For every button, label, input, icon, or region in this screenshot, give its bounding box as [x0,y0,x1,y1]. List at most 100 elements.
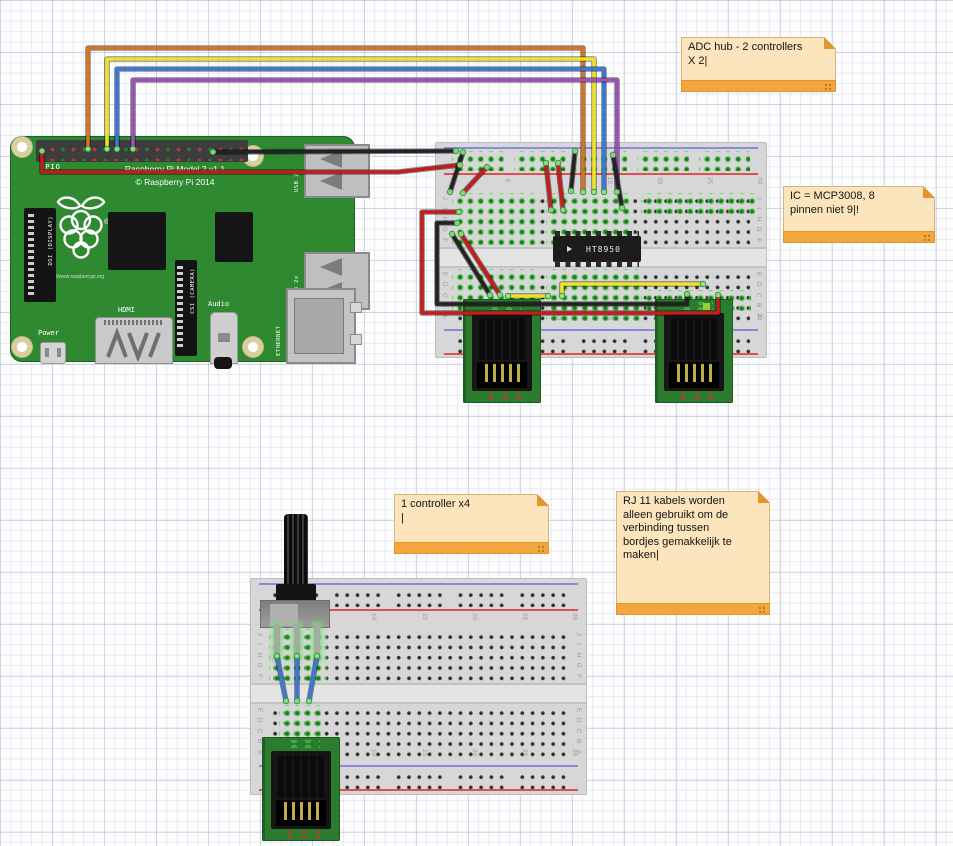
power-rail-top[interactable] [452,151,750,171]
audio-label: Audio [208,300,229,308]
column-number: 25 [521,613,528,620]
row-letter: B [753,300,763,310]
resize-grip-icon[interactable] [758,606,767,613]
note-text[interactable]: ADC hub - 2 controllers X 2| [682,38,835,71]
note-fold-corner [758,491,770,503]
column-number: 10 [371,749,378,756]
row-letter: E [439,269,449,279]
note-text[interactable]: RJ 11 kabels worden alleen gebruikt om d… [617,492,769,566]
column-number: 30 [757,177,764,184]
note-text[interactable]: 1 controller x4 | [395,495,548,528]
row-letter: F [753,235,763,245]
note-text[interactable]: IC = MCP3008, 8 pinnen niet 9|! [784,187,934,220]
row-letter: H [573,650,583,660]
hdmi-glyph [96,325,170,361]
csi-label: CSI (CAMERA) [190,268,196,314]
rj11-breakout-3[interactable] [262,737,340,841]
row-letter: D [254,716,264,726]
note-title-bar[interactable] [681,80,836,92]
note-title-bar[interactable] [394,542,549,554]
resize-grip-icon[interactable] [824,83,833,90]
potentiometer-leg [314,624,320,660]
resize-grip-icon[interactable] [537,545,546,552]
usb-port-top [304,144,370,198]
usb-slot [320,258,342,276]
rj11-breakout-1[interactable] [463,299,541,403]
raspberry-pi-board[interactable]: GPIO Raspberry Pi Model 2 v1.1 © Raspber… [10,136,355,362]
row-letter: C [753,290,763,300]
usb-controller-chip [215,212,253,262]
mounting-hole [11,136,33,158]
sticky-note-rj11[interactable]: RJ 11 kabels worden alleen gebruikt om d… [616,491,770,615]
audio-detail [218,333,230,342]
column-number: 15 [606,177,613,184]
potentiometer-shaft[interactable] [284,514,308,590]
column-number: 10 [556,313,563,320]
fritzing-canvas[interactable]: GPIO Raspberry Pi Model 2 v1.1 © Raspber… [0,0,953,846]
rj11-led [703,303,710,310]
dsi-label: DSI (DISPLAY) [48,216,54,266]
sticky-note-controller[interactable]: 1 controller x4 | [394,494,549,554]
row-letter: A [439,311,449,321]
row-letter: F [254,671,264,681]
rj11-gold-pins [677,364,713,382]
ic-label: HT8950 [586,245,621,254]
sticky-note-adc-hub[interactable]: ADC hub - 2 controllers X 2| [681,37,836,92]
column-number: 20 [471,613,478,620]
resize-grip-icon[interactable] [923,234,932,241]
potentiometer-detail [270,604,298,626]
usb-slot [320,172,342,190]
ic-pin1-marker [567,246,572,252]
rj11-jack [664,313,724,391]
note-body[interactable]: RJ 11 kabels worden alleen gebruikt om d… [616,491,770,605]
note-title-bar[interactable] [616,603,770,615]
rj11-jack [472,313,532,391]
rj11-solder-pads [280,831,322,838]
ethernet-port [286,288,356,364]
connector-teeth [28,214,34,296]
rj11-breakout-2[interactable] [655,299,733,403]
power-label: Power [38,329,59,337]
column-number: 5 [504,179,511,183]
row-letter: C [254,726,264,736]
ic-ht8950[interactable]: HT8950 [553,231,641,267]
potentiometer[interactable] [258,514,330,660]
pi-title: Raspberry Pi Model 2 v1.1 [10,164,340,174]
row-letter: H [439,214,449,224]
ic-pins [555,261,639,267]
gpio-pins[interactable] [37,141,247,161]
row-letter: G [254,660,264,670]
note-fold-corner [923,186,935,198]
dsi-connector: DSI (DISPLAY) [24,208,56,302]
note-title-bar[interactable] [783,231,935,243]
rail-line-red [444,173,758,175]
ethernet-label: ETHERNET [276,294,282,356]
csi-connector: CSI (CAMERA) [175,260,197,356]
note-body[interactable]: 1 controller x4 | [394,494,549,544]
row-letters: JIHGF [573,629,583,681]
row-letter: G [439,224,449,234]
row-letters: EDCBA [439,269,449,321]
row-letter: F [573,671,583,681]
row-letter: G [753,224,763,234]
connector-teeth [177,266,183,350]
potentiometer-leg [294,624,300,660]
rj11-jack [271,751,331,829]
gpio-header[interactable] [36,140,248,162]
note-fold-corner [537,494,549,506]
row-letter: D [439,280,449,290]
column-number: 25 [706,177,713,184]
column-number: 15 [421,749,428,756]
rj11-pins [284,740,320,748]
column-number: 30 [572,749,579,756]
row-letter: F [439,235,449,245]
sticky-note-mcp3008[interactable]: IC = MCP3008, 8 pinnen niet 9|! [783,186,935,243]
ethernet-nub [350,302,362,313]
soc-chip [108,212,166,270]
row-letter: E [254,705,264,715]
note-body[interactable]: ADC hub - 2 controllers X 2| [681,37,836,82]
audio-ring [214,357,232,369]
row-letter: E [753,269,763,279]
row-letters: JIHGF [439,193,449,245]
note-body[interactable]: IC = MCP3008, 8 pinnen niet 9|! [783,186,935,233]
